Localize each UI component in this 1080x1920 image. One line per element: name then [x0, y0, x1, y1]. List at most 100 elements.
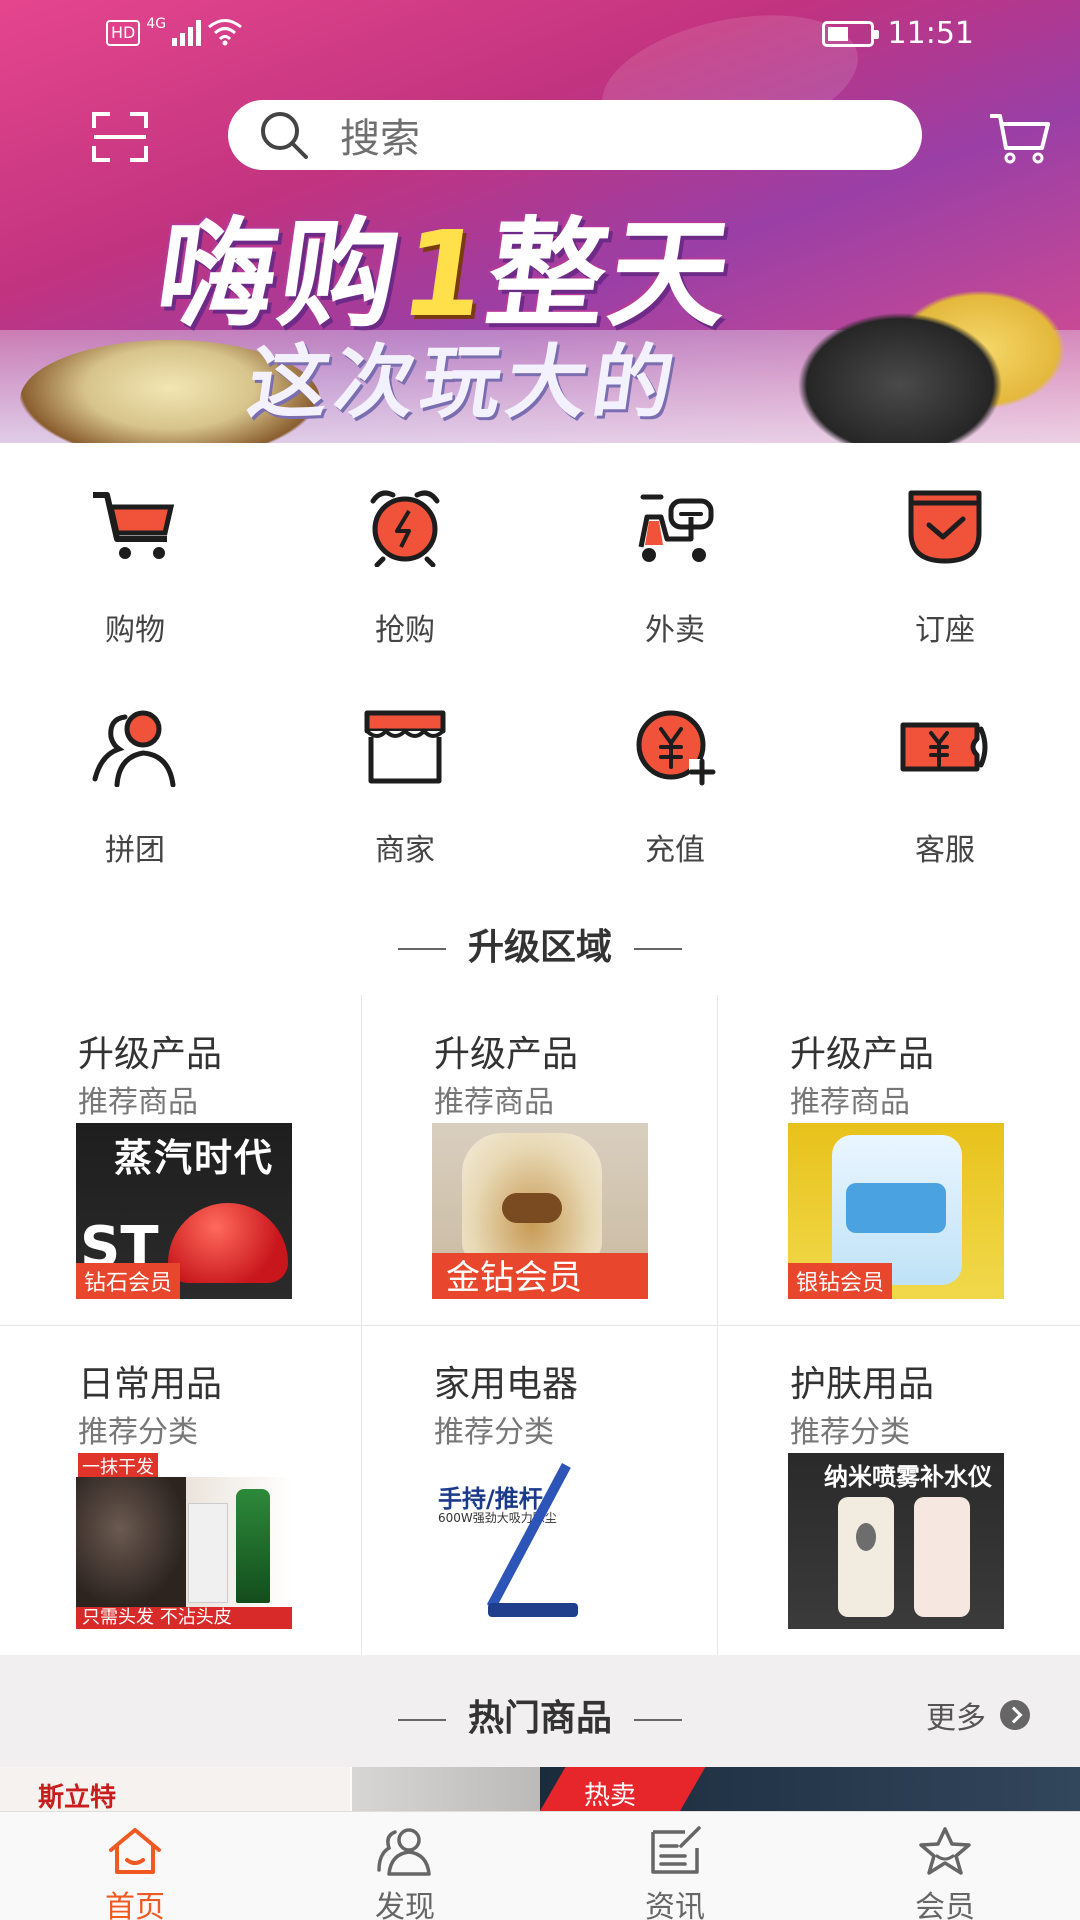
signal-icon — [172, 18, 202, 46]
hot-item[interactable]: 热卖 — [540, 1767, 1080, 1811]
network-type: 4G — [146, 16, 167, 32]
discover-icon — [377, 1828, 431, 1876]
entry-recharge[interactable]: 充值 — [540, 663, 810, 883]
category-image-skincare[interactable]: 纳米喷雾补水仪 — [788, 1453, 1004, 1629]
check-box-icon — [908, 490, 982, 564]
storefront-icon — [364, 710, 446, 784]
hot-badge: 热卖 — [584, 1781, 637, 1811]
image-text: 纳米喷雾补水仪 — [824, 1463, 992, 1491]
hot-item[interactable] — [352, 1767, 542, 1811]
search-placeholder: 搜索 — [340, 116, 420, 162]
chevron-right-icon — [1000, 1700, 1030, 1730]
star-icon — [919, 1827, 971, 1875]
category-card[interactable]: 家用电器 推荐分类 手持/推杆 600W强劲大吸力除尘 — [356, 1325, 716, 1655]
tab-home[interactable]: 首页 — [0, 1812, 270, 1920]
status-left: HD 4G — [106, 16, 243, 46]
device-shape — [838, 1497, 894, 1617]
entry-label: 拼团 — [105, 833, 165, 868]
bottle-shape — [236, 1489, 270, 1603]
member-tag: 钻石会员 — [76, 1263, 181, 1299]
image-text: 一抹干发 — [78, 1453, 158, 1479]
product-card[interactable]: 升级产品 推荐商品 银钻会员 — [712, 995, 1072, 1325]
scan-icon[interactable] — [92, 112, 148, 162]
shopping-cart-icon — [93, 492, 175, 559]
banner-subline: 这次玩大的 — [242, 336, 686, 429]
entry-label: 客服 — [915, 833, 975, 868]
category-image-vacuum[interactable]: 手持/推杆 600W强劲大吸力除尘 — [432, 1453, 648, 1629]
brand-logo: 斯立特 — [38, 1783, 117, 1811]
hair-shape — [76, 1477, 186, 1607]
tab-news[interactable]: 资讯 — [540, 1812, 810, 1920]
title-dash — [634, 1719, 682, 1721]
tab-label: 资讯 — [645, 1890, 705, 1920]
entry-label: 外卖 — [645, 613, 705, 648]
entry-label: 订座 — [915, 613, 975, 648]
more-link[interactable]: 更多 — [926, 1693, 1030, 1737]
entry-label: 抢购 — [375, 613, 435, 648]
entry-label: 商家 — [375, 833, 435, 868]
alarm-clock-icon — [370, 490, 440, 567]
status-bar: HD 4G 11:51 — [0, 0, 1080, 66]
yuan-ticket-icon — [900, 722, 988, 772]
more-label: 更多 — [926, 1701, 986, 1736]
card-subtitle: 推荐商品 — [434, 1085, 554, 1120]
bottom-tab-bar: 首页 发现 资讯 会员 — [0, 1811, 1080, 1920]
title-dash — [397, 1719, 446, 1721]
hd-badge: HD — [106, 20, 141, 46]
product-card[interactable]: 升级产品 推荐商品 金钻会员 — [356, 995, 716, 1325]
member-tag: 银钻会员 — [788, 1263, 893, 1299]
image-text: 只需头发 不沾头皮 — [82, 1607, 232, 1628]
cart-icon[interactable] — [988, 112, 1050, 164]
tab-discover[interactable]: 发现 — [270, 1812, 540, 1920]
title-dash — [634, 948, 682, 950]
entry-merchants[interactable]: 商家 — [270, 663, 540, 883]
home-icon — [109, 1828, 161, 1874]
product-image-rice-cooker[interactable]: 金钻会员 — [432, 1123, 648, 1299]
card-subtitle: 推荐分类 — [434, 1415, 554, 1450]
hot-goods-strip[interactable]: 斯立特 热卖 — [0, 1767, 1080, 1811]
device-shape — [914, 1497, 970, 1617]
hot-section-title: 热门商品 — [0, 1689, 1080, 1741]
upgrade-section-title: 升级区域 — [0, 918, 1080, 970]
card-subtitle: 推荐商品 — [790, 1085, 910, 1120]
entry-delivery[interactable]: 外卖 — [540, 443, 810, 663]
search-icon — [261, 112, 308, 159]
tab-label: 会员 — [915, 1890, 975, 1920]
product-card[interactable]: 升级产品 推荐商品 蒸汽时代 ST 钻石会员 — [0, 995, 360, 1325]
wifi-icon — [208, 19, 243, 46]
clock: 11:51 — [887, 16, 974, 51]
category-card[interactable]: 护肤用品 推荐分类 纳米喷雾补水仪 — [712, 1325, 1072, 1655]
card-title: 升级产品 — [434, 1034, 579, 1075]
member-tag: 金钻会员 — [432, 1253, 648, 1299]
category-image-haircare[interactable]: 一抹干发 只需头发 不沾头皮 — [76, 1453, 292, 1629]
group-users-icon — [92, 710, 176, 787]
rice-cooker-panel — [502, 1193, 562, 1223]
hot-item[interactable]: 斯立特 — [0, 1767, 350, 1811]
entry-customer-service[interactable]: 客服 — [810, 663, 1080, 883]
title-dash — [397, 948, 446, 950]
product-image-detergent[interactable]: 银钻会员 — [788, 1123, 1004, 1299]
tab-label: 发现 — [375, 1890, 435, 1920]
card-subtitle: 推荐分类 — [78, 1415, 198, 1450]
droplet-shape — [856, 1523, 876, 1551]
search-input[interactable]: 搜索 — [228, 100, 922, 170]
card-title: 护肤用品 — [790, 1364, 935, 1405]
card-subtitle: 推荐分类 — [790, 1415, 910, 1450]
yuan-coin-plus-icon — [636, 710, 716, 786]
entry-reservation[interactable]: 订座 — [810, 443, 1080, 663]
entry-shopping[interactable]: 购物 — [0, 443, 270, 663]
card-subtitle: 推荐商品 — [78, 1085, 198, 1120]
card-title: 家用电器 — [434, 1364, 579, 1405]
tab-label: 首页 — [105, 1890, 165, 1920]
entry-group-buy[interactable]: 拼团 — [0, 663, 270, 883]
promo-banner[interactable]: 嗨购1整天 这次玩大的 HD 4G 11:51 搜索 — [0, 0, 1080, 443]
tab-member[interactable]: 会员 — [810, 1812, 1080, 1920]
status-right: 11:51 — [821, 16, 974, 51]
card-title: 升级产品 — [790, 1034, 935, 1075]
card-title: 升级产品 — [78, 1034, 223, 1075]
category-card[interactable]: 日常用品 推荐分类 一抹干发 只需头发 不沾头皮 — [0, 1325, 360, 1655]
delivery-scooter-icon — [638, 494, 714, 562]
entry-flash-sale[interactable]: 抢购 — [270, 443, 540, 663]
steamer-shape — [168, 1203, 288, 1283]
product-image-steamer[interactable]: 蒸汽时代 ST 钻石会员 — [76, 1123, 292, 1299]
